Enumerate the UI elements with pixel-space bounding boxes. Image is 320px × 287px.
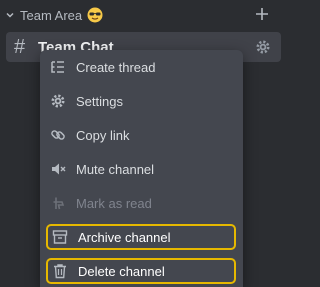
chevron-down-icon[interactable] — [4, 9, 16, 21]
gear-icon[interactable] — [255, 39, 271, 55]
menu-item-delete-channel[interactable]: Delete channel — [46, 258, 236, 284]
gear-icon — [51, 94, 65, 108]
add-channel-plus-icon[interactable] — [254, 6, 270, 22]
menu-item-label: Delete channel — [78, 263, 165, 279]
link-icon — [51, 130, 65, 140]
trash-icon — [54, 264, 66, 279]
archive-icon — [52, 230, 68, 244]
sunglasses-emoji-icon — [87, 7, 103, 23]
menu-item-label: Settings — [76, 93, 123, 109]
channel-context-menu: Create thread Settings Copy link Mute ch… — [40, 50, 243, 287]
menu-item-create-thread[interactable]: Create thread — [46, 54, 236, 80]
mark-read-icon — [53, 197, 65, 210]
section-header[interactable]: Team Area — [0, 0, 286, 30]
menu-item-label: Mute channel — [76, 161, 155, 177]
mute-icon — [52, 163, 66, 175]
channel-sidebar: Team Area # Team Chat Create thread Sett… — [0, 0, 286, 287]
menu-item-label: Mark as read — [76, 195, 152, 211]
section-title: Team Area — [20, 7, 83, 23]
menu-item-label: Archive channel — [78, 229, 171, 245]
menu-item-mute-channel[interactable]: Mute channel — [46, 156, 236, 182]
thread-icon — [51, 61, 64, 73]
menu-item-mark-as-read: Mark as read — [46, 190, 236, 216]
menu-item-label: Create thread — [76, 59, 156, 75]
menu-item-label: Copy link — [76, 127, 130, 143]
menu-item-settings[interactable]: Settings — [46, 88, 236, 114]
hash-icon: # — [14, 35, 26, 58]
menu-item-archive-channel[interactable]: Archive channel — [46, 224, 236, 250]
menu-item-copy-link[interactable]: Copy link — [46, 122, 236, 148]
